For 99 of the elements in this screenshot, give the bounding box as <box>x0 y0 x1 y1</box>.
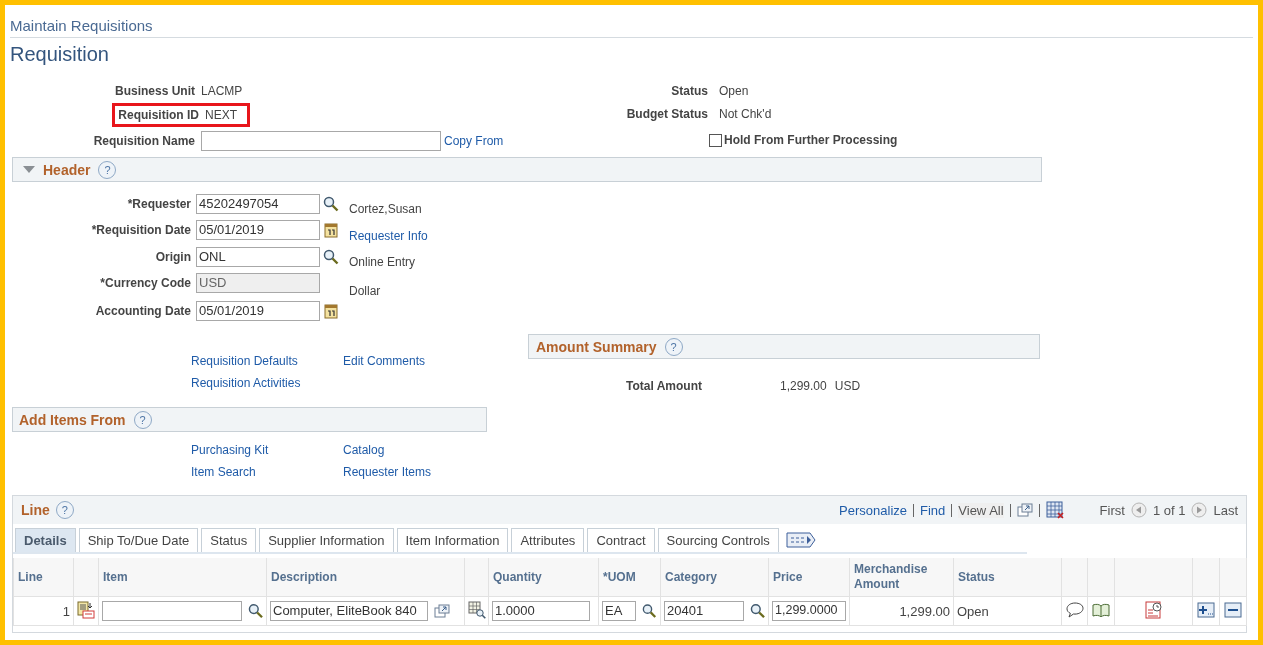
input-field[interactable] <box>102 601 242 621</box>
table-cell: 1 <box>13 596 74 626</box>
field-description: Online Entry <box>349 254 416 269</box>
add-row-icon[interactable] <box>1197 601 1215 618</box>
field-label: Origin <box>155 249 191 264</box>
search-icon[interactable] <box>247 603 263 619</box>
show-all-columns-icon[interactable] <box>785 531 816 549</box>
help-button[interactable]: ? <box>664 337 683 356</box>
calendar-icon[interactable] <box>324 221 338 238</box>
calendar-icon[interactable] <box>324 303 338 319</box>
field-label: *Currency Code <box>100 276 191 290</box>
field-value: Open <box>719 83 749 98</box>
page-link[interactable]: Requisition Activities <box>191 375 343 392</box>
column-header: Description <box>266 558 465 597</box>
tab[interactable]: Sourcing Controls <box>657 528 779 552</box>
column-header: *UOM <box>598 558 661 597</box>
field-description: Dollar <box>349 284 381 298</box>
field-label: Total Amount <box>626 379 703 393</box>
page-link[interactable]: Edit Comments <box>343 353 495 370</box>
requester-info-link[interactable]: Requester Info <box>349 228 428 243</box>
input-field[interactable]: 05/01/2019 <box>196 301 320 321</box>
page-range: 1 of 1 <box>1152 502 1186 518</box>
search-icon[interactable] <box>323 248 339 265</box>
input-field[interactable]: 1,299.0000 <box>772 601 846 621</box>
page-link[interactable]: Item Search <box>191 464 343 481</box>
field-value: Not Chk'd <box>719 106 772 121</box>
help-button[interactable]: ? <box>55 501 74 519</box>
pager-label: First <box>1099 502 1125 518</box>
field-label: *Requisition Date <box>91 222 191 237</box>
search-icon[interactable] <box>749 603 765 619</box>
tab[interactable]: Status <box>201 528 257 552</box>
field-label: Requisition Name <box>93 134 195 148</box>
spreadsheet-icon[interactable] <box>1045 501 1064 519</box>
input-field: USD <box>196 273 320 293</box>
grid-search-icon[interactable] <box>468 600 486 619</box>
column-header: Price <box>768 558 850 597</box>
checkbox[interactable] <box>709 133 722 147</box>
input-field[interactable]: Computer, EliteBook 840 <box>270 601 428 621</box>
page-link[interactable]: Requisition Defaults <box>191 353 343 370</box>
section-title: Line <box>21 502 50 518</box>
page-link[interactable]: Purchasing Kit <box>191 442 343 459</box>
collapse-icon[interactable] <box>23 165 35 174</box>
input-field[interactable]: 1.0000 <box>492 601 590 621</box>
table-cell: 1,299.00 <box>849 596 954 626</box>
tab[interactable]: Ship To/Due Date <box>78 528 199 552</box>
field-description: Cortez,Susan <box>349 201 422 216</box>
input-field[interactable]: ONL <box>196 246 320 267</box>
page-link[interactable]: Catalog <box>343 442 495 459</box>
page-title: Requisition <box>10 43 110 67</box>
column-header: Category <box>660 558 769 597</box>
field-value: LACMP <box>201 84 243 98</box>
field-label: *Requester <box>127 196 191 211</box>
help-button[interactable]: ? <box>98 160 117 179</box>
breadcrumb: Maintain Requisitions <box>10 17 153 34</box>
checkbox-label: Hold From Further Processing <box>724 133 898 147</box>
tab[interactable]: Details <box>15 528 76 552</box>
field-label: Budget Status <box>626 106 708 121</box>
next-icon[interactable] <box>1191 502 1208 518</box>
tab[interactable]: Item Information <box>396 528 509 552</box>
page-link[interactable]: Requester Items <box>343 464 495 481</box>
new-window-icon[interactable] <box>1016 503 1033 517</box>
previous-icon[interactable] <box>1130 502 1147 518</box>
input-field[interactable]: EA <box>602 601 637 621</box>
field-label: Accounting Date <box>95 304 191 318</box>
tab[interactable]: Contract <box>587 528 655 552</box>
field-value: NEXT <box>205 108 238 122</box>
table-cell: Open <box>953 596 1062 626</box>
schedule-icon[interactable] <box>1144 600 1163 619</box>
total-amount: 1,299.00 <box>780 379 827 393</box>
currency-code: USD <box>834 379 861 393</box>
section-title: Add Items From <box>19 411 126 428</box>
toolbar-link[interactable]: Personalize <box>839 502 907 518</box>
book-icon[interactable] <box>1092 602 1110 617</box>
tab[interactable]: Supplier Information <box>259 528 394 552</box>
comment-icon[interactable] <box>1065 601 1084 618</box>
copy-from-link[interactable]: Copy From <box>444 134 504 148</box>
section-title: Amount Summary <box>536 338 657 355</box>
input-field[interactable]: 20401 <box>664 601 744 621</box>
column-header: Status <box>953 558 1062 597</box>
expand-field-icon[interactable] <box>434 604 450 618</box>
help-button[interactable]: ? <box>133 410 152 429</box>
document-icon[interactable] <box>77 600 95 619</box>
field-label: Requisition ID <box>118 108 199 122</box>
column-header: Quantity <box>488 558 599 597</box>
tab[interactable]: Attributes <box>511 528 585 552</box>
column-header: Item <box>98 558 267 597</box>
search-icon[interactable] <box>323 195 339 212</box>
input-field[interactable]: 05/01/2019 <box>196 219 320 240</box>
column-header: Line <box>13 558 74 597</box>
column-header: Merchandise Amount <box>849 558 954 597</box>
toolbar-link[interactable]: Find <box>920 502 946 518</box>
delete-row-icon[interactable] <box>1224 601 1242 618</box>
input-field[interactable] <box>201 131 441 151</box>
pager-label: Last <box>1213 502 1238 518</box>
field-label: Business Unit <box>115 84 195 98</box>
section-title: Header <box>43 161 91 178</box>
input-field[interactable]: 45202497054 <box>196 193 320 214</box>
search-icon[interactable] <box>642 603 657 619</box>
field-label: Status <box>671 83 708 98</box>
